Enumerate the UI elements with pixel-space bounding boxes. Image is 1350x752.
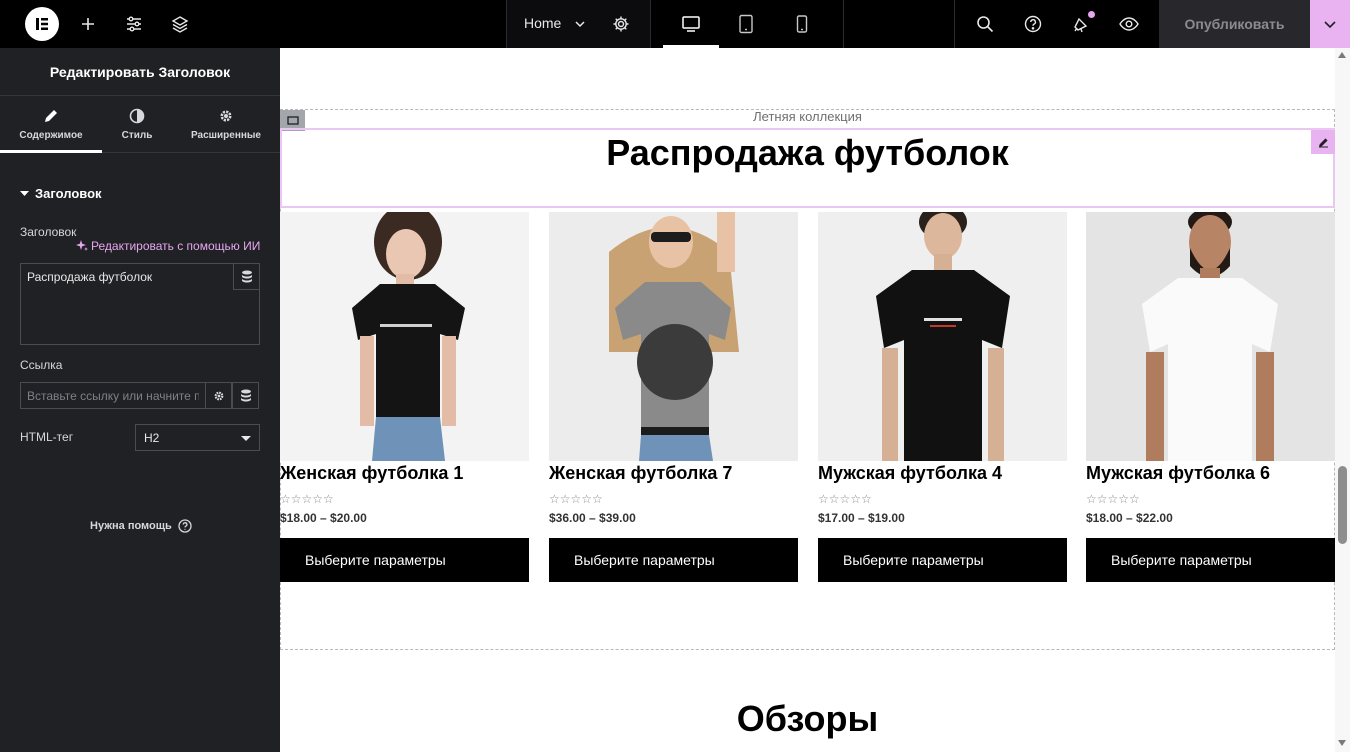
sparkle-icon	[76, 240, 88, 251]
divider	[650, 0, 651, 48]
desktop-icon[interactable]	[663, 0, 719, 48]
tab-label: Содержимое	[19, 130, 83, 141]
edit-widget-button[interactable]	[1311, 130, 1335, 154]
product-image[interactable]	[280, 212, 529, 461]
section-title-label: Заголовок	[35, 186, 102, 201]
need-help-label: Нужна помощь	[90, 520, 172, 532]
product-image[interactable]	[549, 212, 798, 461]
panel-title: Редактировать Заголовок	[0, 48, 280, 96]
section-heading-toggle[interactable]: Заголовок	[20, 186, 102, 201]
product-card[interactable]: Женская футболка 1 ☆☆☆☆☆ $18.00 – $20.00…	[280, 212, 529, 582]
notification-badge	[1088, 11, 1095, 18]
product-price: $17.00 – $19.00	[818, 511, 905, 525]
rating-stars: ☆☆☆☆☆	[818, 492, 872, 506]
tablet-icon[interactable]	[728, 0, 764, 48]
select-options-button[interactable]: Выберите параметры	[280, 538, 529, 582]
publish-options-chevron-icon[interactable]	[1310, 0, 1350, 48]
help-icon[interactable]	[1018, 0, 1048, 48]
chevron-down-icon[interactable]	[568, 0, 592, 48]
product-image[interactable]	[1086, 212, 1335, 461]
gear-icon[interactable]	[606, 0, 636, 48]
select-options-button[interactable]: Выберите параметры	[1086, 538, 1335, 582]
tab-label: Расширенные	[191, 130, 261, 141]
link-input[interactable]	[20, 382, 206, 409]
gear-icon	[214, 391, 223, 400]
rating-stars: ☆☆☆☆☆	[1086, 492, 1140, 506]
dynamic-tags-button[interactable]	[233, 264, 259, 290]
pencil-icon	[1318, 137, 1328, 147]
contrast-icon	[129, 108, 145, 124]
tab-content[interactable]: Содержимое	[0, 96, 102, 153]
need-help-link[interactable]: Нужна помощь	[90, 519, 192, 533]
select-options-button[interactable]: Выберите параметры	[549, 538, 798, 582]
database-icon	[241, 270, 252, 283]
rating-stars: ☆☆☆☆☆	[549, 492, 603, 506]
scrollbar-thumb[interactable]	[1338, 466, 1347, 544]
add-icon[interactable]	[72, 0, 104, 48]
section-subtitle[interactable]: Летняя коллекция	[280, 109, 1335, 124]
html-tag-label: HTML-тег	[20, 430, 74, 444]
html-tag-select[interactable]: H2	[135, 424, 260, 451]
pencil-icon	[45, 110, 57, 122]
heading-textarea[interactable]: Распродажа футболок	[20, 263, 260, 345]
sale-heading[interactable]: Распродажа футболок	[280, 132, 1335, 174]
product-card[interactable]: Мужская футболка 4 ☆☆☆☆☆ $17.00 – $19.00…	[818, 212, 1067, 582]
divider	[843, 0, 844, 48]
caret-down-icon	[241, 436, 251, 441]
tab-label: Стиль	[121, 130, 153, 141]
publish-button[interactable]: Опубликовать	[1159, 0, 1310, 48]
product-price: $36.00 – $39.00	[549, 511, 636, 525]
link-dynamic-tags-button[interactable]	[232, 382, 259, 409]
settings-sliders-icon[interactable]	[118, 0, 150, 48]
elementor-logo-icon[interactable]	[22, 0, 62, 48]
container-icon	[286, 116, 299, 125]
gear-icon	[220, 110, 232, 122]
notifications-icon[interactable]	[1066, 0, 1096, 48]
link-options-button[interactable]	[205, 382, 232, 409]
product-name[interactable]: Женская футболка 7	[549, 463, 732, 484]
preview-canvas: Летняя коллекция Распродажа футболок Жен…	[280, 48, 1350, 752]
divider	[954, 0, 955, 48]
mobile-icon[interactable]	[786, 0, 818, 48]
product-price: $18.00 – $22.00	[1086, 511, 1173, 525]
search-icon[interactable]	[970, 0, 1000, 48]
active-tab-indicator	[0, 150, 102, 153]
product-image[interactable]	[818, 212, 1067, 461]
edit-with-ai-label: Редактировать с помощью ИИ	[91, 239, 261, 253]
editor-panel: Редактировать Заголовок Содержимое Стиль…	[0, 48, 280, 752]
html-tag-value: H2	[144, 430, 160, 445]
top-toolbar: Home Опубликовать	[0, 0, 1350, 48]
product-price: $18.00 – $20.00	[280, 511, 367, 525]
canvas-scrollbar[interactable]	[1335, 48, 1350, 752]
link-field-label: Ссылка	[20, 358, 63, 372]
select-options-button[interactable]: Выберите параметры	[818, 538, 1067, 582]
help-icon	[178, 519, 192, 533]
product-card[interactable]: Мужская футболка 6 ☆☆☆☆☆ $18.00 – $22.00…	[1086, 212, 1335, 582]
panel-tabs: Содержимое Стиль Расширенные	[0, 96, 280, 153]
product-name[interactable]: Мужская футболка 6	[1086, 463, 1270, 484]
scroll-down-arrow-icon[interactable]	[1338, 740, 1346, 746]
product-card[interactable]: Женская футболка 7 ☆☆☆☆☆ $36.00 – $39.00…	[549, 212, 798, 582]
heading-field-label: Заголовок	[20, 225, 77, 239]
layers-icon[interactable]	[164, 0, 196, 48]
scroll-up-arrow-icon[interactable]	[1338, 52, 1346, 58]
reviews-heading[interactable]: Обзоры	[280, 698, 1335, 740]
product-name[interactable]: Мужская футболка 4	[818, 463, 1002, 484]
tab-style[interactable]: Стиль	[95, 96, 179, 153]
product-name[interactable]: Женская футболка 1	[280, 463, 463, 484]
database-icon	[240, 389, 251, 402]
tab-advanced[interactable]: Расширенные	[180, 96, 272, 153]
preview-eye-icon[interactable]	[1114, 0, 1144, 48]
rating-stars: ☆☆☆☆☆	[280, 492, 334, 506]
page-name[interactable]: Home	[524, 15, 561, 31]
edit-with-ai-link[interactable]: Редактировать с помощью ИИ	[76, 239, 260, 253]
caret-down-icon	[20, 191, 29, 196]
